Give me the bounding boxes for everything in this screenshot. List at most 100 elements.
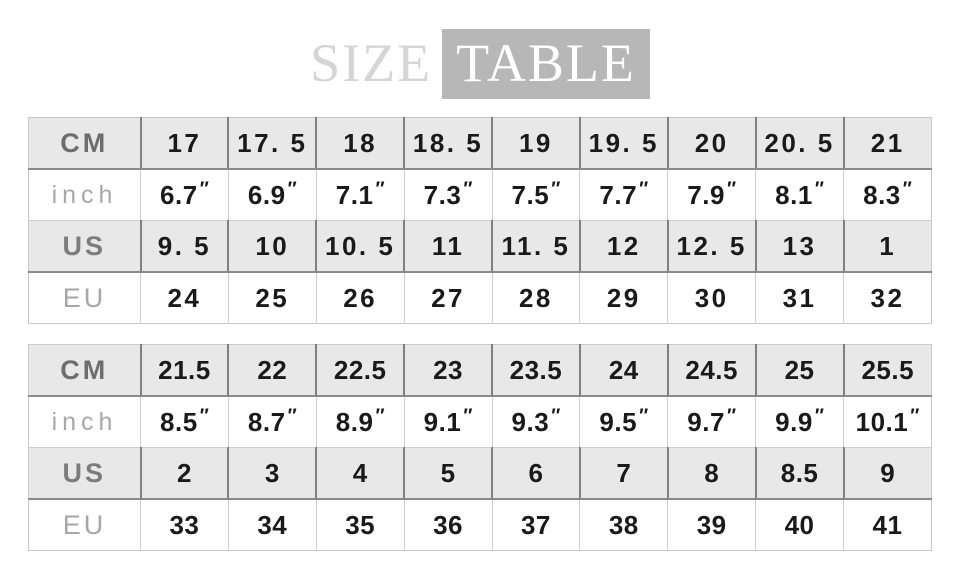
size-table-first: CM 17 17. 5 18 18. 5 19 19. 5 20 20. 5 2… (28, 117, 932, 324)
cell-cm-6: 19. 5 (579, 117, 669, 170)
inch-value: 9.7 (687, 407, 725, 437)
cell-eu-5: 28 (492, 272, 581, 324)
cell-eu-5: 37 (492, 499, 581, 551)
table-row-eu: EU 33 34 35 36 37 38 39 40 41 (28, 499, 932, 551)
cell-us-8: 13 (755, 220, 845, 273)
cell-us-1: 2 (140, 447, 230, 500)
cell-eu-3: 26 (316, 272, 405, 324)
cell-cm-1: 21.5 (140, 344, 230, 397)
inch-value: 9.1 (423, 407, 462, 437)
inch-value: 7.9 (687, 180, 725, 210)
double-prime-icon: ″ (199, 179, 209, 200)
cell-cm-8: 25 (755, 344, 845, 397)
title-word-table: TABLE (442, 29, 650, 99)
cell-inch-4: 7.3 ″ (404, 169, 493, 221)
cell-inch-6: 7.7 ″ (579, 169, 669, 221)
row-label-eu: EU (28, 272, 141, 324)
double-prime-icon: ″ (639, 179, 649, 200)
cell-us-1: 9. 5 (140, 220, 230, 273)
double-prime-icon: ″ (726, 406, 737, 427)
cell-eu-4: 36 (404, 499, 493, 551)
cell-us-7: 8 (667, 447, 757, 500)
table-row-us: US 9. 5 10 10. 5 11 11. 5 12 12. 5 13 1 (28, 220, 932, 273)
cell-eu-7: 39 (667, 499, 757, 551)
table-row-us: US 2 3 4 5 6 7 8 8.5 9 (28, 447, 932, 500)
double-prime-icon: ″ (902, 179, 912, 200)
cell-inch-2: 8.7 ″ (228, 396, 317, 448)
inch-value: 7.1 (335, 180, 374, 210)
size-table-second: CM 21.5 22 22.5 23 23.5 24 24.5 25 25.5 … (28, 344, 932, 551)
page-title: SIZE TABLE (0, 29, 960, 99)
inch-value: 8.1 (775, 180, 813, 210)
double-prime-icon: ″ (814, 406, 824, 427)
cell-us-8: 8.5 (755, 447, 845, 500)
double-prime-icon: ″ (814, 179, 824, 200)
cell-inch-5: 9.3 ″ (492, 396, 581, 448)
size-table-page: SIZE TABLE CM 17 17. 5 18 18. 5 19 19. 5 … (0, 0, 960, 569)
cell-cm-5: 19 (492, 117, 581, 170)
row-label-eu: EU (28, 499, 141, 551)
cell-cm-3: 18 (316, 117, 406, 170)
cell-cm-1: 17 (140, 117, 230, 170)
cell-inch-8: 8.1 ″ (755, 169, 844, 221)
cell-us-5: 6 (492, 447, 581, 500)
inch-value: 9.5 (599, 407, 638, 437)
cell-cm-2: 17. 5 (228, 117, 318, 170)
cell-eu-8: 31 (755, 272, 844, 324)
cell-eu-1: 33 (140, 499, 229, 551)
double-prime-icon: ″ (910, 406, 920, 427)
cell-cm-7: 20 (667, 117, 757, 170)
cell-us-9: 9 (843, 447, 932, 500)
cell-cm-3: 22.5 (316, 344, 406, 397)
double-prime-icon: ″ (726, 179, 737, 200)
cell-us-5: 11. 5 (492, 220, 581, 273)
double-prime-icon: ″ (551, 179, 561, 200)
cell-inch-6: 9.5 ″ (579, 396, 669, 448)
table-row-inch: inch 6.7 ″ 6.9 ″ 7.1 ″ 7.3 ″ 7.5 ″ 7.7 ″ 7.9 ″ … (28, 169, 932, 221)
cell-inch-7: 9.7 ″ (667, 396, 757, 448)
cell-inch-1: 8.5 ″ (140, 396, 229, 448)
cell-eu-6: 29 (579, 272, 669, 324)
cell-us-6: 7 (579, 447, 669, 500)
cell-cm-9: 25.5 (843, 344, 932, 397)
cell-cm-4: 23 (404, 344, 493, 397)
cell-inch-1: 6.7 ″ (140, 169, 229, 221)
inch-value: 10.1 (855, 407, 909, 437)
double-prime-icon: ″ (551, 406, 561, 427)
double-prime-icon: ″ (375, 179, 385, 200)
inch-value: 6.7 (160, 180, 198, 210)
cell-eu-9: 32 (843, 272, 932, 324)
cell-cm-6: 24 (579, 344, 669, 397)
cell-cm-2: 22 (228, 344, 318, 397)
title-word-size: SIZE (310, 33, 433, 93)
cell-inch-2: 6.9 ″ (228, 169, 317, 221)
cell-inch-3: 7.1 ″ (316, 169, 405, 221)
cell-inch-5: 7.5 ″ (492, 169, 581, 221)
table-row-cm: CM 17 17. 5 18 18. 5 19 19. 5 20 20. 5 2… (28, 117, 932, 170)
cell-cm-8: 20. 5 (755, 117, 845, 170)
cell-us-2: 3 (228, 447, 318, 500)
cell-inch-9: 8.3 ″ (843, 169, 932, 221)
cell-us-9: 1 (843, 220, 932, 273)
cell-us-6: 12 (579, 220, 669, 273)
cell-inch-3: 8.9 ″ (316, 396, 405, 448)
double-prime-icon: ″ (199, 406, 209, 427)
table-row-eu: EU 24 25 26 27 28 29 30 31 32 (28, 272, 932, 324)
inch-value: 8.7 (247, 407, 286, 437)
double-prime-icon: ″ (639, 406, 649, 427)
inch-value: 7.3 (423, 180, 462, 210)
row-label-cm: CM (28, 117, 142, 170)
cell-eu-1: 24 (140, 272, 229, 324)
double-prime-icon: ″ (287, 406, 297, 427)
double-prime-icon: ″ (463, 406, 473, 427)
cell-eu-8: 40 (755, 499, 844, 551)
row-label-cm: CM (28, 344, 142, 397)
inch-value: 8.5 (160, 407, 198, 437)
cell-inch-4: 9.1 ″ (404, 396, 493, 448)
row-label-inch: inch (28, 396, 141, 448)
cell-inch-9: 10.1 ″ (843, 396, 932, 448)
cell-eu-7: 30 (667, 272, 757, 324)
cell-eu-2: 34 (228, 499, 317, 551)
table-row-cm: CM 21.5 22 22.5 23 23.5 24 24.5 25 25.5 (28, 344, 932, 397)
row-label-inch: inch (28, 169, 141, 221)
